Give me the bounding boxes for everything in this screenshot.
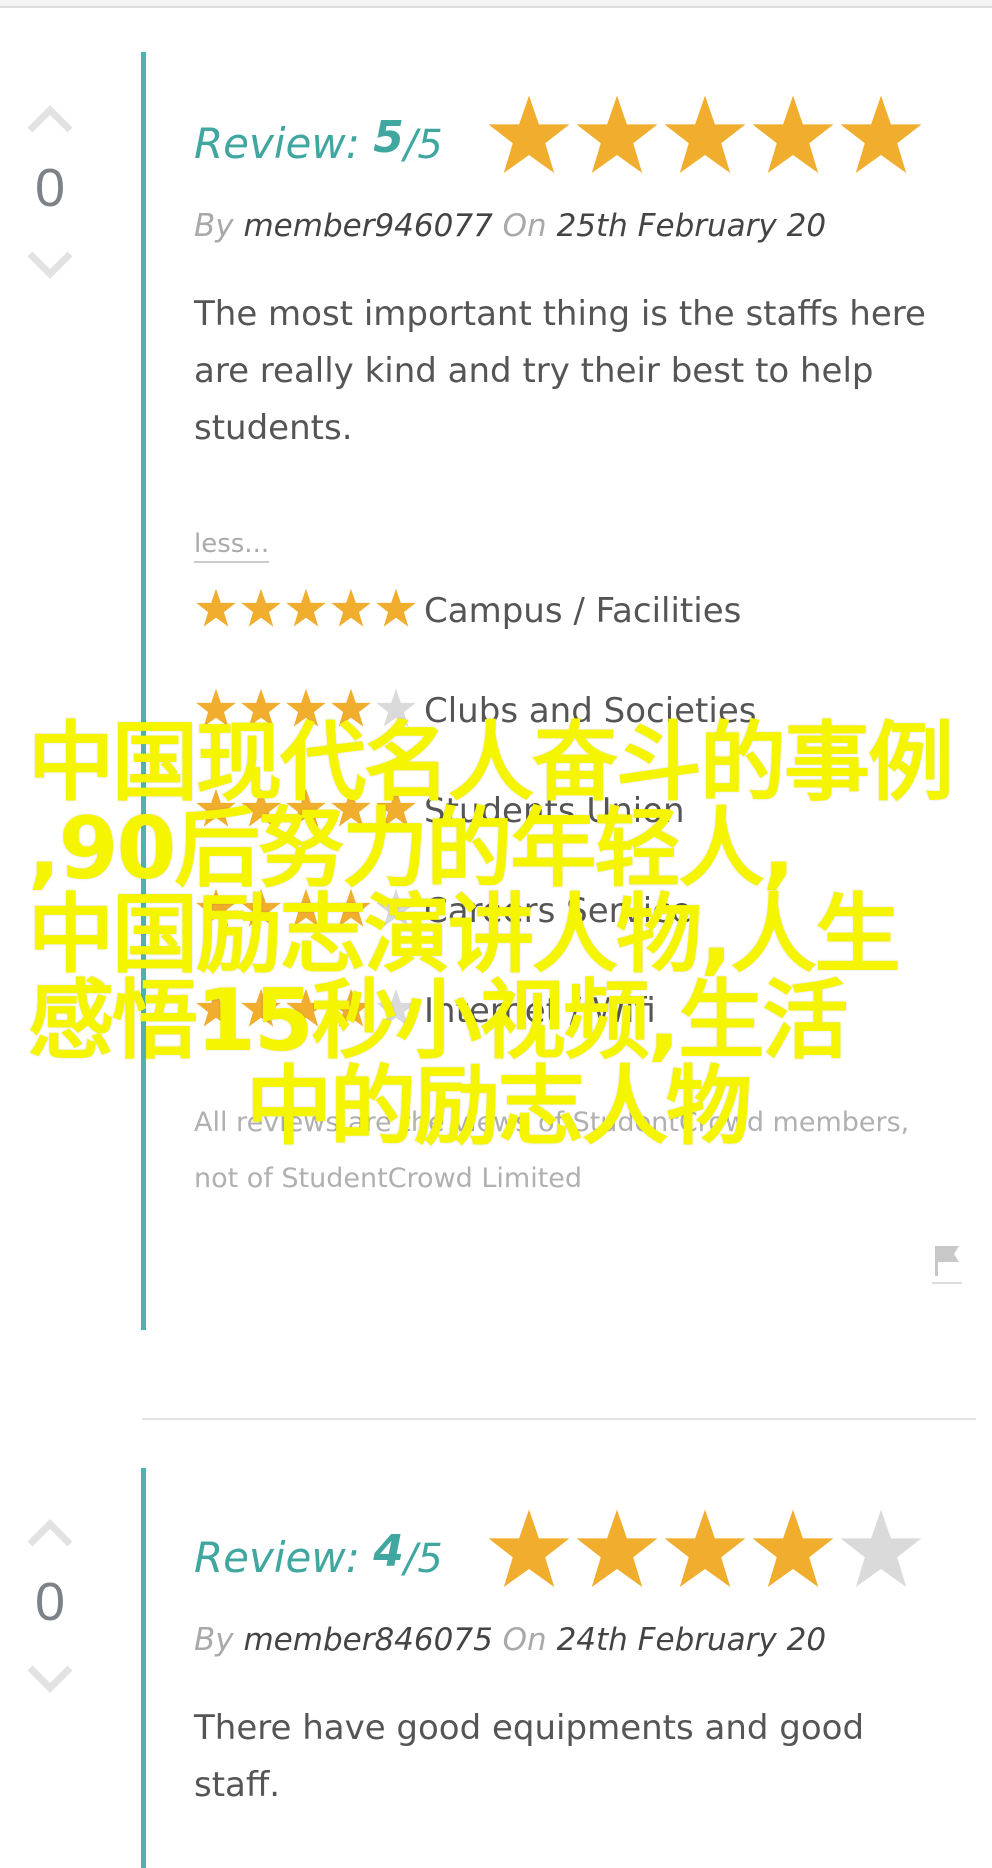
star-icon [241, 588, 281, 627]
star-icon [664, 95, 746, 173]
category-row: Campus / Facilities [194, 577, 934, 677]
by-label: By [194, 1622, 234, 1658]
overlay-line: 中的励志人物 [246, 1057, 752, 1157]
category-label: Campus / Facilities [424, 591, 742, 631]
review-header: Review: 4/5 [194, 1506, 934, 1596]
review-date: 25th February 20 [556, 208, 827, 244]
star-icon [576, 95, 658, 173]
author-name[interactable]: member946077 [243, 208, 492, 244]
review-content: Review: 4/5 By member846075 On 24th Febr… [194, 1506, 934, 1814]
score-value: 5 [373, 112, 404, 163]
author-name[interactable]: member846075 [243, 1622, 492, 1658]
top-border [0, 0, 992, 8]
star-icon [840, 1509, 922, 1587]
vote-widget: 0 [22, 1514, 78, 1698]
star-icon [752, 1509, 834, 1587]
review-header: Review: 5/5 [194, 92, 934, 182]
score-out-of: /5 [403, 1536, 443, 1582]
on-label: On [502, 1622, 547, 1658]
overall-rating-stars [484, 1506, 924, 1596]
review-label: Review: [194, 1533, 360, 1582]
star-icon [488, 95, 570, 173]
category-stars [194, 587, 419, 636]
review-accent-bar [141, 1468, 146, 1868]
overlay-line: 感悟15秒小视频,生活 [28, 971, 848, 1071]
star-icon [196, 588, 236, 627]
vote-widget: 0 [22, 100, 78, 284]
overlay-line: 中国励志演讲人物,人生 [28, 885, 901, 985]
star-icon [752, 95, 834, 173]
star-icon [840, 95, 922, 173]
score-value: 4 [373, 1526, 404, 1577]
review-label: Review: [194, 119, 360, 168]
star-icon [488, 1509, 570, 1587]
review-text: The most important thing is the staffs h… [194, 294, 926, 448]
chevron-down-icon[interactable] [22, 1658, 78, 1698]
on-label: On [502, 208, 547, 244]
review-score: Review: 5/5 [194, 112, 443, 168]
review-date: 24th February 20 [556, 1622, 827, 1658]
by-label: By [194, 208, 234, 244]
review-byline: By member946077 On 25th February 20 [194, 208, 934, 244]
score-out-of: /5 [403, 122, 443, 168]
star-icon [331, 588, 371, 627]
review-divider [142, 1418, 976, 1420]
vote-count: 0 [34, 158, 66, 218]
flag-icon[interactable] [932, 1242, 962, 1284]
overlay-line: 中国现代名人奋斗的事例 [28, 713, 954, 813]
star-icon [576, 1509, 658, 1587]
vote-count: 0 [34, 1572, 66, 1632]
less-link[interactable]: less... [194, 529, 270, 563]
overlay-caption: 中国现代名人奋斗的事例 ,90后努力的年轻人, 中国励志演讲人物,人生 感悟15… [28, 720, 988, 1150]
review-text: There have good equipments and good staf… [194, 1708, 865, 1805]
star-icon [664, 1509, 746, 1587]
overall-rating-stars [484, 92, 924, 182]
overlay-line: ,90后努力的年轻人, [28, 799, 795, 899]
chevron-up-icon[interactable] [22, 100, 78, 140]
star-icon [286, 588, 326, 627]
star-icon [376, 588, 416, 627]
review-byline: By member846075 On 24th February 20 [194, 1622, 934, 1658]
chevron-up-icon[interactable] [22, 1514, 78, 1554]
review-score: Review: 4/5 [194, 1526, 443, 1582]
chevron-down-icon[interactable] [22, 244, 78, 284]
